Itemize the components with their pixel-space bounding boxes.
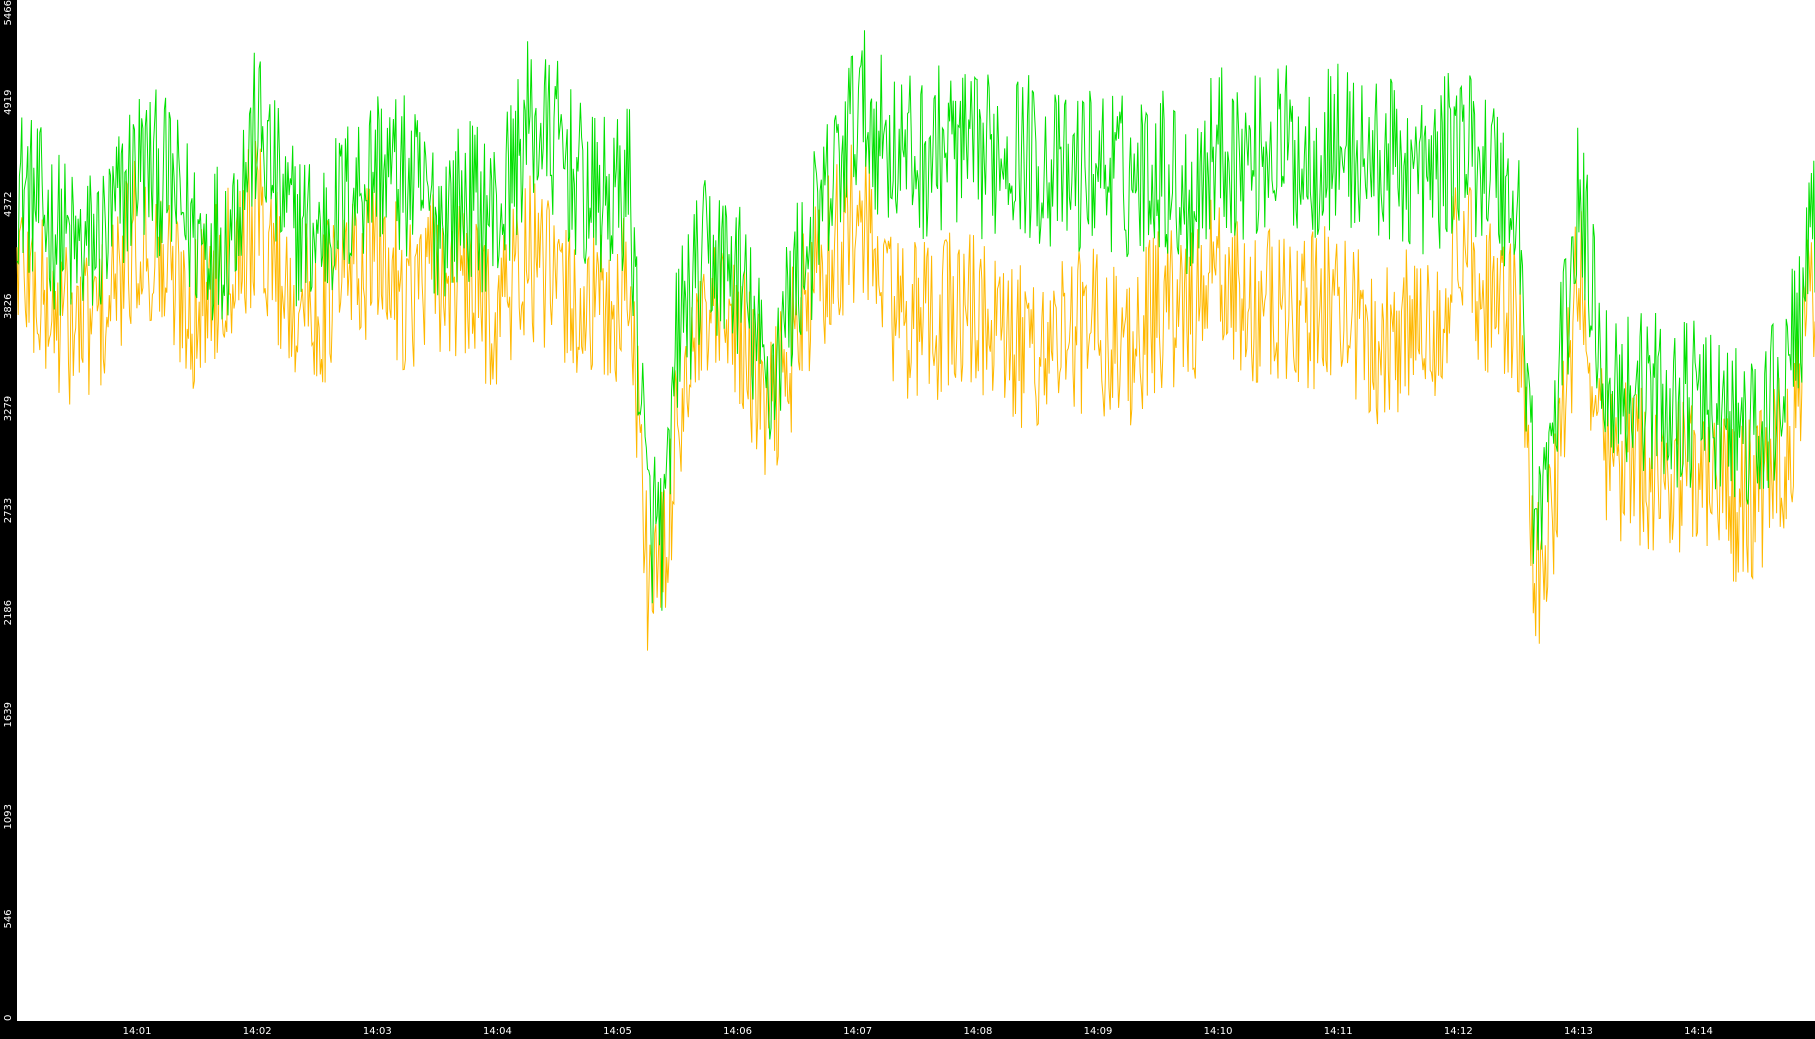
plot-background — [17, 0, 1815, 1021]
x-tick-label: 14:06 — [723, 1026, 752, 1037]
y-tick-label: 1093 — [3, 804, 14, 829]
y-tick-label: 1639 — [3, 702, 14, 727]
y-tick-label: 3826 — [3, 294, 14, 319]
x-axis-ticks: 14:01 14:02 14:03 14:04 14:05 14:06 14:07 14:08… — [123, 1026, 1713, 1037]
x-tick-label: 14:12 — [1444, 1026, 1473, 1037]
x-tick-label: 14:03 — [363, 1026, 392, 1037]
x-tick-label: 14:08 — [963, 1026, 992, 1037]
y-tick-label: 2733 — [3, 498, 14, 523]
x-tick-label: 14:01 — [123, 1026, 152, 1037]
y-tick-label: 0 — [3, 1015, 14, 1021]
y-tick-label: 2186 — [3, 600, 14, 625]
x-tick-label: 14:13 — [1564, 1026, 1593, 1037]
y-tick-label: 4372 — [3, 192, 14, 217]
x-tick-label: 14:14 — [1684, 1026, 1713, 1037]
x-tick-label: 14:10 — [1204, 1026, 1233, 1037]
y-axis-ticks: 0 546 1093 1639 2186 2733 3279 3826 4372 4919 5466 — [3, 0, 14, 1021]
line-chart: 0 546 1093 1639 2186 2733 3279 3826 4372 4919 5466… — [3, 0, 1815, 1037]
x-tick-label: 14:09 — [1084, 1026, 1113, 1037]
y-tick-label: 5466 — [3, 0, 14, 25]
x-tick-label: 14:02 — [243, 1026, 272, 1037]
x-tick-label: 14:05 — [603, 1026, 632, 1037]
x-tick-label: 14:11 — [1324, 1026, 1353, 1037]
y-tick-label: 546 — [3, 909, 14, 928]
y-tick-label: 4919 — [3, 89, 14, 114]
x-tick-label: 14:07 — [843, 1026, 872, 1037]
x-tick-label: 14:04 — [483, 1026, 512, 1037]
chart-frame: 0 546 1093 1639 2186 2733 3279 3826 4372 4919 5466… — [0, 0, 1815, 1039]
y-tick-label: 3279 — [3, 396, 14, 421]
